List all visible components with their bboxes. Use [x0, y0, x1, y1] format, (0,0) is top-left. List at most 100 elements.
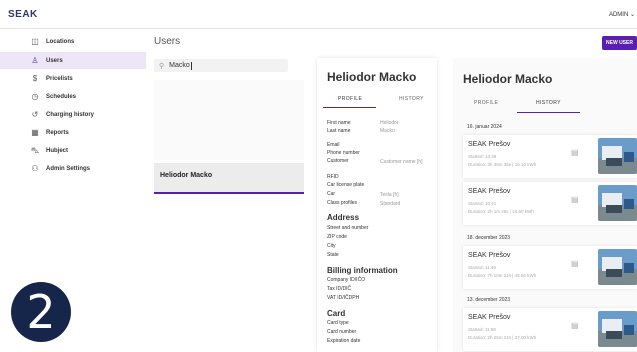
user-history-panel: Heliodor Macko PROFILE HISTORY 16. janua…: [453, 58, 637, 352]
session-duration: Duration: 3h 35m 36s | 16.10 kWh: [468, 162, 537, 167]
charging-station-photo: [598, 311, 637, 347]
section-title: Address: [327, 213, 360, 222]
search-input-value: Macko: [169, 62, 190, 69]
session-start: Started: 11:58: [468, 327, 496, 332]
section-title: Card: [327, 309, 346, 318]
tab-profile[interactable]: PROFILE: [474, 100, 498, 106]
field-value: Heliodor: [380, 120, 399, 126]
field-value: Customer name [h]: [380, 159, 423, 165]
sidebar-item-label: Pricelists: [46, 75, 73, 82]
user-name-title: Heliodor Macko: [327, 70, 417, 84]
calendar-icon: ▦: [31, 128, 39, 137]
user-icon: ♙: [31, 56, 39, 65]
session-start: Started: 13:28: [468, 154, 497, 159]
field-value: Tesla [h]: [380, 192, 399, 198]
field-label: State: [327, 252, 339, 258]
session-duration: Duration: 7h 10m 22s | 45.80 kWh: [468, 273, 537, 278]
clock-icon: ◷: [31, 92, 39, 101]
step-number-badge: 2: [11, 282, 71, 342]
tab-profile[interactable]: PROFILE: [338, 96, 362, 102]
new-user-button[interactable]: NEW USER: [602, 36, 637, 50]
session-location: SEAK Prešov: [468, 252, 511, 259]
receipt-icon[interactable]: ▤: [571, 321, 579, 330]
charging-session-card[interactable]: SEAK Prešov Started: 13:28 Duration: 3h …: [463, 135, 637, 178]
sidebar-item-label: Users: [46, 57, 63, 64]
field-label: Phone number: [327, 150, 360, 156]
tab-history[interactable]: HISTORY: [399, 96, 424, 102]
field-label: Last name: [327, 128, 351, 134]
sidebar-item-label: Locations: [46, 38, 75, 45]
history-date-heading: 13. december 2023: [467, 297, 511, 303]
active-tab-indicator: [323, 107, 376, 108]
sidebar-item-label: Reports: [46, 129, 69, 136]
history-icon: ↺: [31, 110, 39, 119]
charging-session-card[interactable]: SEAK Prešov Started: 11:58 Duration: 2h …: [463, 308, 637, 351]
user-name-title: Heliodor Macko: [463, 72, 553, 86]
charging-session-card[interactable]: SEAK Prešov Started: 11:48 Duration: 7h …: [463, 246, 637, 289]
field-label: First name: [327, 120, 351, 126]
sidebar-item-pricelists[interactable]: $ Pricelists: [0, 70, 146, 87]
field-label: Customer: [327, 158, 349, 164]
history-date-heading: 18. december 2023: [467, 235, 511, 241]
sidebar-item-label: Hubject: [46, 147, 69, 154]
sidebar-item-locations[interactable]: ◫ Locations: [0, 33, 146, 50]
field-label: Street and number: [327, 225, 369, 231]
field-label: Email: [327, 142, 340, 148]
receipt-icon[interactable]: ▤: [571, 148, 579, 157]
seak-logo[interactable]: SEAK: [8, 9, 38, 20]
top-bar: SEAK ADMIN ⌄: [0, 0, 637, 29]
session-start: Started: 10:41: [468, 201, 497, 206]
field-label: Card type: [327, 320, 349, 326]
search-icon: ⚲: [159, 62, 165, 70]
dollar-icon: $: [32, 74, 38, 83]
session-duration: Duration: 2h 1m 48s | 24.50 kWh: [468, 209, 534, 214]
admin-users-icon: ⚇: [31, 164, 39, 173]
sidebar-item-reports[interactable]: ▦ Reports: [0, 124, 146, 141]
field-label: Class profiles: [327, 200, 358, 206]
session-start: Started: 11:48: [468, 265, 496, 270]
field-label: City: [327, 243, 336, 249]
sidebar-item-hubject[interactable]: ⛍ Hubject: [0, 142, 146, 159]
session-location: SEAK Prešov: [468, 188, 511, 195]
session-location: SEAK Prešov: [468, 314, 511, 321]
field-label: Expiration date: [327, 338, 361, 344]
map-icon: ◫: [31, 37, 39, 46]
field-value: Standard: [380, 201, 401, 207]
receipt-icon[interactable]: ▤: [571, 195, 579, 204]
history-date-heading: 16. januar 2024: [467, 124, 502, 130]
user-list-item[interactable]: Heliodor Macko: [154, 163, 304, 194]
sidebar-item-users[interactable]: ♙ Users: [0, 52, 146, 69]
user-list-area: [154, 80, 304, 160]
session-location: SEAK Prešov: [468, 141, 511, 148]
charging-station-photo: [598, 185, 637, 221]
sidebar-item-label: Charging history: [46, 111, 95, 118]
field-label: Car license plate: [327, 182, 365, 188]
sidebar-item-label: Admin Settings: [46, 165, 91, 172]
active-tab-indicator: [517, 112, 580, 113]
field-label: Tax ID/DIČ: [327, 286, 352, 292]
field-label: Company ID/IČO: [327, 277, 366, 283]
page-title: Users: [154, 36, 181, 47]
admin-menu[interactable]: ADMIN ⌄: [609, 11, 635, 18]
field-label: Car: [327, 191, 336, 197]
field-label: VAT ID/IČDPH: [327, 295, 360, 301]
section-title: Billing information: [327, 266, 398, 275]
field-label: Card number: [327, 329, 357, 335]
session-duration: Duration: 2h 25m 22s | 27.00 kWh: [468, 335, 537, 340]
charging-session-card[interactable]: SEAK Prešov Started: 10:41 Duration: 2h …: [463, 182, 637, 225]
charging-station-photo: [598, 249, 637, 285]
text-cursor: [190, 61, 192, 70]
sidebar-item-schedules[interactable]: ◷ Schedules: [0, 88, 146, 105]
receipt-icon[interactable]: ▤: [571, 259, 579, 268]
car-icon: ⛍: [30, 145, 40, 155]
sidebar-item-admin-settings[interactable]: ⚇ Admin Settings: [0, 160, 146, 177]
charging-station-photo: [598, 138, 637, 174]
sidebar-item-charging-history[interactable]: ↺ Charging history: [0, 106, 146, 123]
search-input[interactable]: ⚲ Macko: [154, 59, 288, 72]
field-label: RFID: [327, 174, 339, 180]
user-profile-panel: Heliodor Macko PROFILE HISTORY First nam…: [317, 58, 437, 352]
sidebar-item-label: Schedules: [46, 93, 77, 100]
field-value: Macko: [380, 128, 395, 134]
field-label: ZIP code: [327, 234, 347, 240]
tab-history[interactable]: HISTORY: [536, 100, 561, 106]
